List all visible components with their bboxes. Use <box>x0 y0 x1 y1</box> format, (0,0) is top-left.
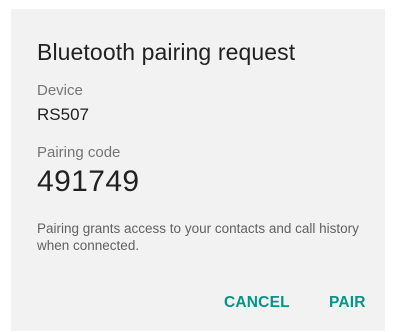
pair-button[interactable]: PAIR <box>329 294 366 312</box>
device-label: Device <box>37 82 83 99</box>
cancel-button[interactable]: CANCEL <box>224 294 290 312</box>
dialog-title: Bluetooth pairing request <box>37 39 296 65</box>
bluetooth-pairing-dialog: Bluetooth pairing request Device RS507 P… <box>11 9 385 331</box>
pairing-info-message: Pairing grants access to your contacts a… <box>37 221 359 253</box>
device-name: RS507 <box>37 105 89 124</box>
pairing-code: 491749 <box>37 165 140 198</box>
pairing-code-label: Pairing code <box>37 144 121 161</box>
